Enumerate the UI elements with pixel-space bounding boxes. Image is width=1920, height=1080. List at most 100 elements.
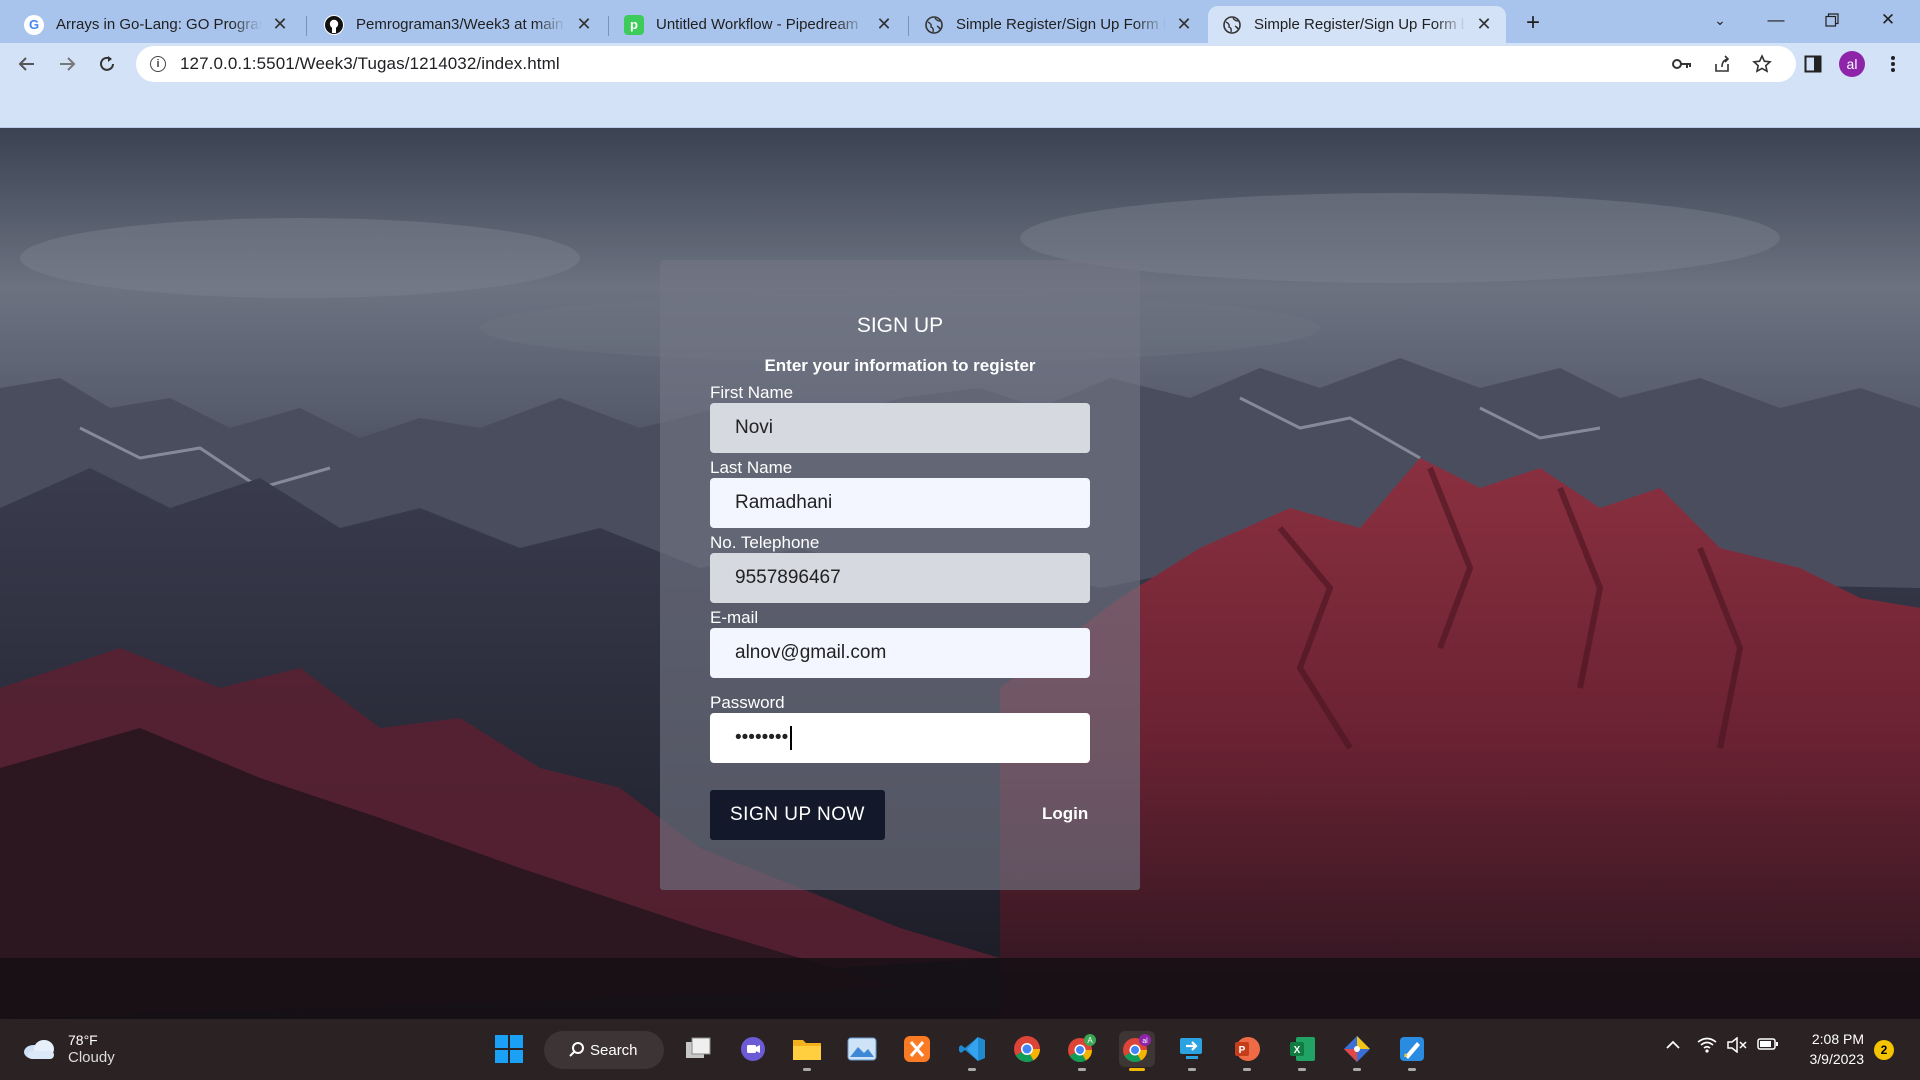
telephone-label: No. Telephone bbox=[710, 533, 820, 552]
password-label: Password bbox=[710, 693, 785, 712]
cloud-icon bbox=[24, 1040, 54, 1059]
tab-signup-form-active[interactable]: Simple Register/Sign Up Form by ✕ bbox=[1208, 6, 1506, 43]
password-field[interactable]: •••••••• bbox=[710, 713, 1090, 763]
running-indicator bbox=[1078, 1068, 1086, 1071]
volume-muted-icon[interactable] bbox=[1727, 1036, 1747, 1057]
running-indicator bbox=[1408, 1068, 1416, 1071]
xampp-icon[interactable] bbox=[899, 1031, 935, 1067]
chrome-profile-a-icon[interactable]: A bbox=[1064, 1031, 1100, 1071]
close-icon[interactable]: ✕ bbox=[1474, 14, 1494, 35]
bookmark-bar bbox=[0, 85, 1920, 128]
powerpoint-icon[interactable]: P bbox=[1229, 1031, 1265, 1071]
running-indicator bbox=[1188, 1068, 1196, 1071]
tab-arrays-golang[interactable]: G Arrays in Go-Lang: GO Programm ✕ bbox=[10, 6, 302, 43]
running-indicator bbox=[1298, 1068, 1306, 1071]
last-name-value: Ramadhani bbox=[735, 492, 833, 513]
first-name-label: First Name bbox=[710, 383, 794, 402]
running-indicator bbox=[1243, 1068, 1251, 1071]
weather-temperature: 78°F bbox=[68, 1032, 98, 1048]
tab-separator bbox=[306, 16, 307, 36]
close-icon[interactable]: ✕ bbox=[1174, 14, 1194, 35]
menu-kebab-icon[interactable] bbox=[1877, 48, 1909, 80]
password-key-icon[interactable] bbox=[1664, 46, 1700, 82]
running-indicator bbox=[1353, 1068, 1361, 1071]
page-viewport: SIGN UP Enter your information to regist… bbox=[0, 128, 1920, 1019]
notification-badge[interactable]: 2 bbox=[1874, 1040, 1894, 1060]
restore-button[interactable] bbox=[1804, 0, 1860, 40]
tab-title: Arrays in Go-Lang: GO Programm bbox=[56, 16, 262, 33]
forward-arrow-icon bbox=[60, 57, 76, 71]
drawing-app-icon[interactable] bbox=[1394, 1031, 1430, 1071]
last-name-field[interactable]: Ramadhani bbox=[710, 478, 1090, 528]
tab-github[interactable]: Pemrograman3/Week3 at main · ✕ bbox=[310, 6, 606, 43]
back-arrow-icon bbox=[18, 57, 34, 71]
telephone-value: 9557896467 bbox=[735, 567, 841, 588]
file-explorer-icon[interactable] bbox=[789, 1031, 825, 1071]
last-name-label: Last Name bbox=[710, 458, 793, 477]
pipedream-icon: p bbox=[624, 14, 644, 35]
tab-pipedream[interactable]: p Untitled Workflow - Pipedream ✕ bbox=[610, 6, 906, 43]
weather-widget[interactable]: 78°F Cloudy bbox=[22, 1031, 115, 1067]
excel-icon[interactable]: X bbox=[1284, 1031, 1320, 1071]
battery-icon[interactable] bbox=[1757, 1037, 1779, 1055]
chrome-profile-al-icon[interactable]: al bbox=[1119, 1031, 1155, 1071]
form-subtitle: Enter your information to register bbox=[764, 356, 1036, 375]
bookmark-star-icon[interactable] bbox=[1744, 46, 1780, 82]
wifi-icon[interactable] bbox=[1697, 1037, 1717, 1057]
first-name-field[interactable]: Novi bbox=[710, 403, 1090, 453]
photos-icon[interactable] bbox=[844, 1031, 880, 1067]
profile-avatar[interactable]: al bbox=[1839, 51, 1865, 77]
system-clock[interactable]: 2:08 PM 3/9/2023 bbox=[1796, 1029, 1865, 1069]
tab-title: Simple Register/Sign Up Form by bbox=[956, 16, 1166, 33]
remote-desktop-icon[interactable] bbox=[1174, 1031, 1210, 1071]
svg-text:A: A bbox=[1087, 1036, 1093, 1045]
globe-icon bbox=[1222, 15, 1242, 35]
vscode-icon[interactable] bbox=[954, 1031, 990, 1071]
form-title: SIGN UP bbox=[856, 314, 944, 337]
new-tab-button[interactable]: + bbox=[1519, 9, 1547, 37]
google-icon: G bbox=[24, 14, 44, 35]
signup-card: SIGN UP Enter your information to regist… bbox=[660, 260, 1140, 890]
site-info-icon[interactable]: i bbox=[150, 56, 166, 72]
email-label: E-mail bbox=[710, 608, 759, 627]
task-view-icon[interactable] bbox=[680, 1031, 716, 1067]
github-icon bbox=[324, 14, 344, 35]
tab-separator bbox=[908, 16, 909, 36]
signup-now-button[interactable]: SIGN UP NOW bbox=[710, 790, 885, 840]
minimize-button[interactable]: — bbox=[1748, 0, 1804, 40]
close-icon[interactable]: ✕ bbox=[270, 14, 290, 35]
teams-chat-icon[interactable] bbox=[735, 1031, 771, 1067]
forward-button[interactable] bbox=[51, 48, 83, 80]
svg-text:X: X bbox=[1294, 1045, 1301, 1056]
chrome-icon[interactable] bbox=[1009, 1031, 1045, 1067]
windows-logo-icon bbox=[495, 1035, 523, 1063]
search-label: Search bbox=[590, 1041, 638, 1059]
show-hidden-icons-chevron-icon[interactable] bbox=[1665, 1037, 1681, 1054]
telephone-field[interactable]: 9557896467 bbox=[710, 553, 1090, 603]
search-icon bbox=[569, 1042, 584, 1057]
windows-taskbar: 78°F Cloudy Search A al P X 2:08 PM 3/9/… bbox=[0, 1019, 1920, 1080]
close-icon[interactable]: ✕ bbox=[574, 14, 594, 35]
globe-icon bbox=[924, 15, 944, 35]
browser-toolbar: i 127.0.0.1:5501/Week3/Tugas/1214032/ind… bbox=[0, 43, 1920, 85]
email-field[interactable]: alnov@gmail.com bbox=[710, 628, 1090, 678]
address-bar[interactable]: i 127.0.0.1:5501/Week3/Tugas/1214032/ind… bbox=[136, 46, 1796, 82]
start-button[interactable] bbox=[491, 1031, 527, 1067]
active-indicator bbox=[1129, 1068, 1145, 1071]
clock-time: 2:08 PM bbox=[1811, 1031, 1864, 1047]
tab-separator bbox=[608, 16, 609, 36]
taskbar-search-button[interactable]: Search bbox=[544, 1031, 664, 1069]
side-panel-icon[interactable] bbox=[1797, 48, 1829, 80]
close-icon[interactable]: ✕ bbox=[874, 14, 894, 35]
tab-title: Simple Register/Sign Up Form by bbox=[1254, 16, 1466, 33]
close-window-button[interactable]: ✕ bbox=[1860, 0, 1916, 40]
login-link[interactable]: Login bbox=[1042, 804, 1088, 824]
weather-description: Cloudy bbox=[68, 1049, 115, 1066]
reload-button[interactable] bbox=[91, 48, 123, 80]
share-icon[interactable] bbox=[1704, 46, 1740, 82]
git-tool-icon[interactable] bbox=[1339, 1031, 1375, 1071]
back-button[interactable] bbox=[11, 48, 43, 80]
tab-search-chevron-icon[interactable]: ⌄ bbox=[1692, 0, 1748, 40]
tab-title: Untitled Workflow - Pipedream bbox=[656, 16, 859, 33]
tab-signup-form-1[interactable]: Simple Register/Sign Up Form by ✕ bbox=[910, 6, 1206, 43]
